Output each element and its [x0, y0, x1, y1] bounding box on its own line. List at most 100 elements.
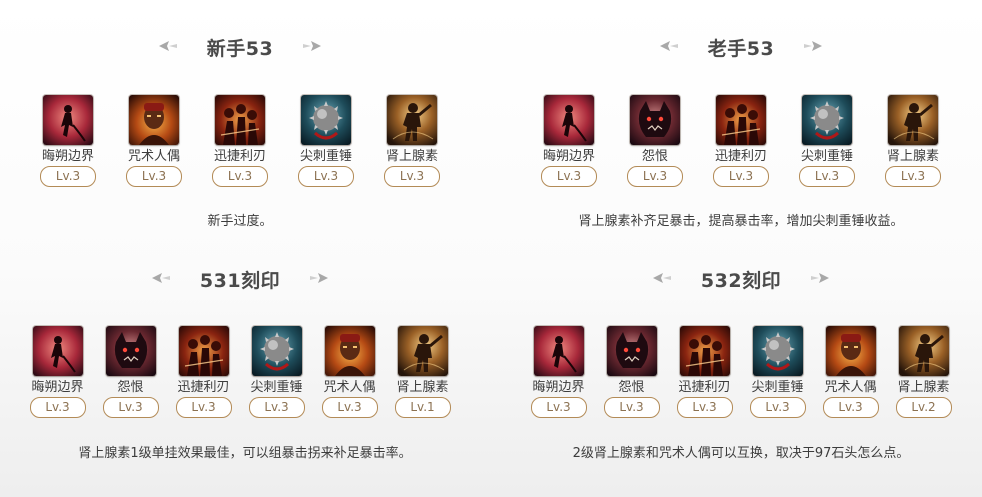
skill-level-badge: Lv.3 — [384, 166, 440, 187]
resentment-icon[interactable] — [105, 326, 156, 376]
skill-level-badge: Lv.3 — [248, 397, 305, 418]
witch-moon-icon[interactable] — [544, 95, 594, 145]
skill-name: 迅捷利刃 — [213, 149, 266, 164]
adrenaline-icon[interactable] — [898, 326, 949, 376]
skill-level-badge: Lv.3 — [321, 397, 378, 418]
spiked-hammer-icon[interactable] — [301, 95, 351, 145]
skill-level-badge: Lv.3 — [102, 397, 159, 418]
skill-name: 尖刺重锤 — [751, 380, 804, 395]
skill-card[interactable]: 怨恨 Lv.3 — [595, 326, 668, 418]
build-note: 2级肾上腺素和咒术人偶可以互换，取决于97石头怎么点。 — [572, 446, 910, 461]
skill-level-badge: Lv.3 — [749, 397, 806, 418]
skill-name: 晦朔边界 — [31, 380, 84, 395]
adrenaline-icon[interactable] — [397, 326, 448, 376]
skill-level-badge: Lv.3 — [627, 166, 683, 187]
right-arrow-icon — [809, 270, 831, 289]
skill-name: 肾上腺素 — [886, 149, 939, 164]
build-note: 肾上腺素1级单挂效果最佳，可以组暴击拐来补足暴击率。 — [78, 446, 412, 461]
skill-card[interactable]: 怨恨 Lv.3 — [94, 326, 167, 418]
skill-card[interactable]: 迅捷利刃 Lv.3 — [698, 95, 784, 187]
skill-card[interactable]: 尖刺重锤 Lv.3 — [741, 326, 814, 418]
skill-level-badge: Lv.1 — [394, 397, 451, 418]
skill-level-badge: Lv.3 — [713, 166, 769, 187]
skill-name: 尖刺重锤 — [250, 380, 303, 395]
skill-name: 尖刺重锤 — [299, 149, 352, 164]
swift-blade-icon[interactable] — [215, 95, 265, 145]
build-header: 新手53 — [0, 34, 480, 61]
skill-row: 晦朔边界 Lv.3 咒术人偶 Lv.3 迅捷利刃 Lv.3 尖刺重锤 Lv.3 肾上腺素… — [0, 95, 480, 187]
skill-card[interactable]: 咒术人偶 Lv.3 — [313, 326, 386, 418]
skill-name: 怨恨 — [641, 149, 668, 164]
skill-card[interactable]: 晦朔边界 Lv.3 — [25, 95, 111, 187]
skill-name: 晦朔边界 — [41, 149, 94, 164]
skill-name: 咒术人偶 — [824, 380, 877, 395]
skill-card[interactable]: 怨恨 Lv.3 — [612, 95, 698, 187]
adrenaline-icon[interactable] — [888, 95, 938, 145]
swift-blade-icon[interactable] — [716, 95, 766, 145]
skill-card[interactable]: 迅捷利刃 Lv.3 — [167, 326, 240, 418]
build-title: 531刻印 — [199, 270, 281, 292]
right-arrow-icon — [301, 38, 323, 57]
spiked-hammer-icon[interactable] — [802, 95, 852, 145]
skill-level-badge: Lv.3 — [40, 166, 96, 187]
skill-level-badge: Lv.3 — [541, 166, 597, 187]
build-header: 531刻印 — [0, 266, 480, 293]
skill-name: 迅捷利刃 — [678, 380, 731, 395]
skill-card[interactable]: 肾上腺素 Lv.3 — [369, 95, 455, 187]
build-note: 肾上腺素补齐足暴击，提高暴击率，增加尖刺重锤收益。 — [578, 214, 904, 229]
skill-card[interactable]: 晦朔边界 Lv.3 — [526, 95, 612, 187]
skill-name: 怨恨 — [117, 380, 144, 395]
build-note: 新手过度。 — [207, 214, 273, 229]
spiked-hammer-icon[interactable] — [752, 326, 803, 376]
right-arrow-icon — [308, 270, 330, 289]
skill-level-badge: Lv.3 — [29, 397, 86, 418]
swift-blade-icon[interactable] — [178, 326, 229, 376]
skill-card[interactable]: 迅捷利刃 Lv.3 — [197, 95, 283, 187]
skill-name: 晦朔边界 — [542, 149, 595, 164]
build-header: 老手53 — [500, 34, 982, 61]
witch-moon-icon[interactable] — [32, 326, 83, 376]
skill-name: 肾上腺素 — [897, 380, 950, 395]
skill-name: 迅捷利刃 — [177, 380, 230, 395]
skill-card[interactable]: 咒术人偶 Lv.3 — [111, 95, 197, 187]
left-arrow-icon — [150, 270, 172, 289]
skill-name: 肾上腺素 — [385, 149, 438, 164]
swift-blade-icon[interactable] — [679, 326, 730, 376]
skill-card[interactable]: 晦朔边界 Lv.3 — [522, 326, 595, 418]
build-title: 532刻印 — [700, 270, 782, 292]
skill-row: 晦朔边界 Lv.3 怨恨 Lv.3 迅捷利刃 Lv.3 尖刺重锤 Lv.3 肾上腺素 Lv… — [500, 95, 982, 187]
hex-doll-icon[interactable] — [324, 326, 375, 376]
witch-moon-icon[interactable] — [533, 326, 584, 376]
skill-level-badge: Lv.3 — [298, 166, 354, 187]
skill-card[interactable]: 咒术人偶 Lv.3 — [814, 326, 887, 418]
skill-name: 尖刺重锤 — [800, 149, 853, 164]
adrenaline-icon[interactable] — [387, 95, 437, 145]
skill-row: 晦朔边界 Lv.3 怨恨 Lv.3 迅捷利刃 Lv.3 尖刺重锤 Lv.3 咒术人偶 Lv… — [500, 326, 982, 418]
skill-level-badge: Lv.3 — [885, 166, 941, 187]
skill-card[interactable]: 迅捷利刃 Lv.3 — [668, 326, 741, 418]
build-title: 新手53 — [206, 38, 274, 60]
skill-card[interactable]: 尖刺重锤 Lv.3 — [240, 326, 313, 418]
skill-name: 咒术人偶 — [127, 149, 180, 164]
skill-level-badge: Lv.3 — [799, 166, 855, 187]
skill-card[interactable]: 尖刺重锤 Lv.3 — [784, 95, 870, 187]
resentment-icon[interactable] — [606, 326, 657, 376]
skill-level-badge: Lv.3 — [676, 397, 733, 418]
skill-card[interactable]: 肾上腺素 Lv.2 — [887, 326, 960, 418]
left-arrow-icon — [651, 270, 673, 289]
hex-doll-icon[interactable] — [129, 95, 179, 145]
skill-level-badge: Lv.3 — [126, 166, 182, 187]
spiked-hammer-icon[interactable] — [251, 326, 302, 376]
skill-card[interactable]: 晦朔边界 Lv.3 — [21, 326, 94, 418]
build-header: 532刻印 — [500, 266, 982, 293]
skill-row: 晦朔边界 Lv.3 怨恨 Lv.3 迅捷利刃 Lv.3 尖刺重锤 Lv.3 咒术人偶 Lv… — [0, 326, 480, 418]
left-arrow-icon — [157, 38, 179, 57]
skill-card[interactable]: 尖刺重锤 Lv.3 — [283, 95, 369, 187]
hex-doll-icon[interactable] — [825, 326, 876, 376]
skill-card[interactable]: 肾上腺素 Lv.3 — [870, 95, 956, 187]
right-arrow-icon — [802, 38, 824, 57]
witch-moon-icon[interactable] — [43, 95, 93, 145]
resentment-icon[interactable] — [630, 95, 680, 145]
left-arrow-icon — [658, 38, 680, 57]
skill-card[interactable]: 肾上腺素 Lv.1 — [386, 326, 459, 418]
